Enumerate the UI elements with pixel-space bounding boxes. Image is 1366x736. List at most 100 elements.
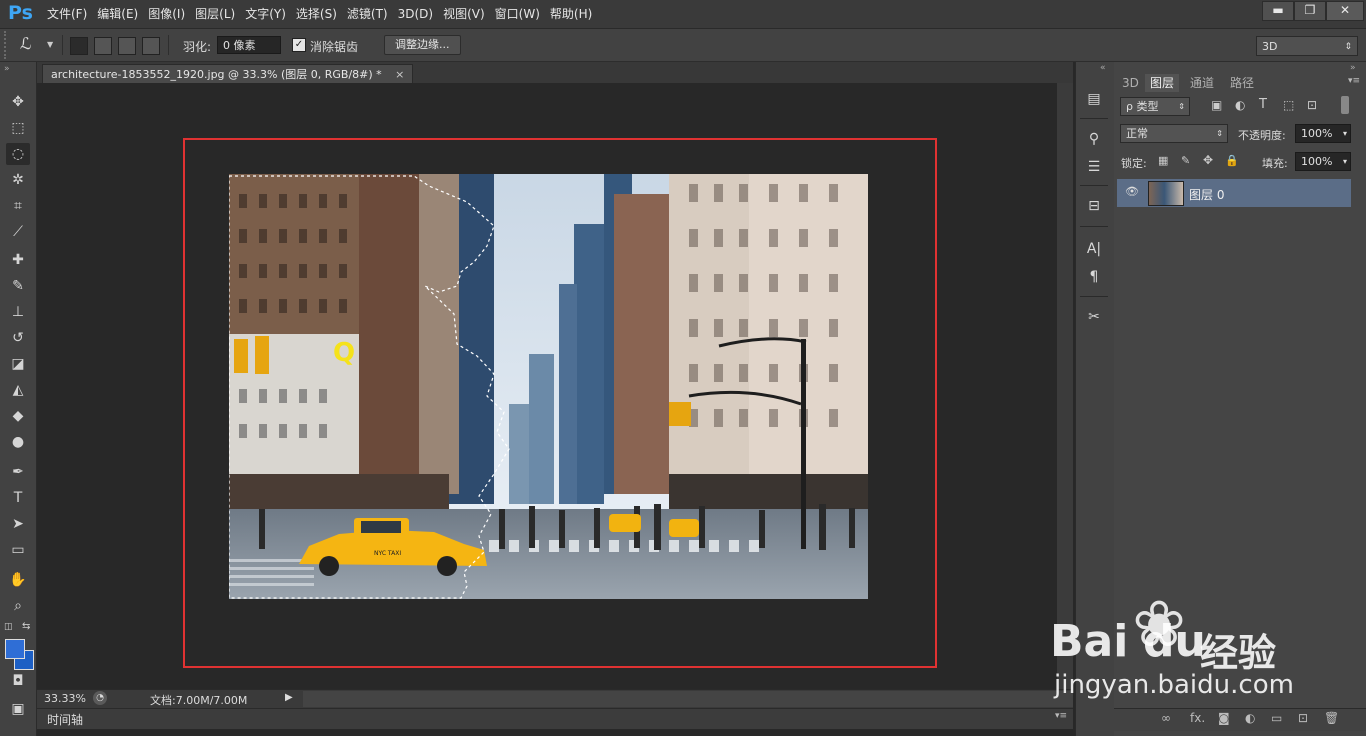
menu-window[interactable]: 窗口(W): [490, 0, 545, 28]
tab-paths[interactable]: 路径: [1225, 74, 1259, 92]
blend-mode-select[interactable]: 正常 ⇕: [1120, 124, 1228, 143]
path-selection-tool-icon[interactable]: ➤: [6, 513, 30, 535]
new-group-icon[interactable]: ▭: [1271, 711, 1282, 725]
preset-dropdown-icon[interactable]: ▼: [47, 40, 53, 49]
layer-name[interactable]: 图层 0: [1189, 186, 1224, 203]
brush-tool-icon[interactable]: ✎: [6, 275, 30, 297]
close-window-button[interactable]: ✕: [1326, 1, 1364, 21]
default-colors-icon[interactable]: ◫: [4, 622, 13, 632]
fill-input[interactable]: 100% ▾: [1295, 152, 1351, 171]
swap-colors-icon[interactable]: ⇆: [22, 621, 30, 632]
new-selection-icon[interactable]: [70, 37, 88, 55]
timeline-menu-icon[interactable]: ▾≡: [1055, 711, 1067, 721]
type-filter-icon[interactable]: T: [1259, 97, 1267, 112]
menu-file[interactable]: 文件(F): [42, 0, 92, 28]
collapse-strip-icon[interactable]: «: [1100, 63, 1106, 73]
magic-wand-tool-icon[interactable]: ✲: [6, 169, 30, 191]
zoom-tool-icon[interactable]: ⌕: [6, 595, 30, 617]
hand-tool-icon[interactable]: ✋: [6, 569, 30, 591]
minimize-button[interactable]: ▬: [1262, 1, 1294, 21]
antialias-checkbox[interactable]: ✓: [292, 38, 306, 52]
paint-bucket-tool-icon[interactable]: ◭: [6, 379, 30, 401]
character-panel-icon[interactable]: A|: [1084, 239, 1104, 259]
menu-layer[interactable]: 图层(L): [190, 0, 240, 28]
move-tool-icon[interactable]: ✥: [6, 91, 30, 113]
menu-edit[interactable]: 编辑(E): [92, 0, 143, 28]
menu-image[interactable]: 图像(I): [143, 0, 190, 28]
menu-help[interactable]: 帮助(H): [545, 0, 597, 28]
panel-menu-icon[interactable]: ▾≡: [1348, 76, 1360, 86]
menu-select[interactable]: 选择(S): [291, 0, 342, 28]
pen-tool-icon[interactable]: ✒: [6, 461, 30, 483]
workspace-select[interactable]: 3D ⇕: [1256, 36, 1358, 56]
status-bar: 33.33% ◔ 文档:7.00M/7.00M ▶: [37, 689, 1073, 709]
type-tool-icon[interactable]: T: [6, 487, 30, 509]
layer-style-icon[interactable]: fx.: [1190, 711, 1205, 725]
blur-tool-icon[interactable]: ◆: [6, 405, 30, 427]
dodge-tool-icon[interactable]: ●: [6, 431, 30, 453]
clone-source-icon[interactable]: ⊟: [1084, 196, 1104, 216]
add-to-selection-icon[interactable]: [94, 37, 112, 55]
lock-transparency-icon[interactable]: ▦: [1158, 154, 1168, 167]
link-layers-icon[interactable]: ∞: [1161, 711, 1171, 725]
layer-row[interactable]: 👁 图层 0: [1117, 179, 1351, 207]
lasso-tool-icon[interactable]: ◌: [6, 143, 30, 165]
shape-filter-icon[interactable]: ⬚: [1283, 98, 1294, 112]
zoom-level[interactable]: 33.33%: [44, 692, 86, 705]
visibility-eye-icon[interactable]: 👁: [1125, 185, 1139, 198]
foreground-color-swatch[interactable]: [5, 639, 25, 659]
smart-object-filter-icon[interactable]: ⊡: [1307, 98, 1317, 112]
paragraph-panel-icon[interactable]: ¶: [1084, 267, 1104, 287]
menu-filter[interactable]: 滤镜(T): [342, 0, 393, 28]
marquee-tool-icon[interactable]: ⬚: [6, 117, 30, 139]
opacity-input[interactable]: 100% ▾: [1295, 124, 1351, 143]
healing-brush-tool-icon[interactable]: ✚: [6, 249, 30, 271]
menu-view[interactable]: 视图(V): [438, 0, 490, 28]
quick-mask-icon[interactable]: ◘: [6, 670, 30, 692]
document-tab[interactable]: architecture-1853552_1920.jpg @ 33.3% (图…: [42, 64, 414, 84]
horizontal-scrollbar[interactable]: [303, 691, 1073, 707]
tab-channels[interactable]: 通道: [1185, 74, 1219, 92]
new-layer-icon[interactable]: ⊡: [1298, 711, 1308, 725]
menu-type[interactable]: 文字(Y): [240, 0, 291, 28]
adjustment-layer-icon[interactable]: ◐: [1245, 711, 1255, 725]
history-brush-tool-icon[interactable]: ↺: [6, 327, 30, 349]
refine-edge-button[interactable]: 调整边缘...: [384, 35, 461, 55]
layer-thumbnail[interactable]: [1148, 181, 1184, 206]
tab-3d[interactable]: 3D: [1117, 74, 1144, 92]
restore-button[interactable]: ❐: [1294, 1, 1326, 21]
screen-mode-icon[interactable]: ▣: [6, 698, 30, 720]
add-mask-icon[interactable]: ◙: [1218, 711, 1230, 725]
clone-stamp-tool-icon[interactable]: ⊥: [6, 301, 30, 323]
feather-input[interactable]: 0 像素: [217, 36, 281, 54]
crop-tool-icon[interactable]: ⌗: [6, 195, 30, 217]
close-tab-icon[interactable]: ×: [395, 68, 404, 81]
shape-tool-icon[interactable]: ▭: [6, 539, 30, 561]
tool-presets-icon[interactable]: ✂: [1084, 307, 1104, 327]
filter-toggle[interactable]: [1341, 96, 1349, 114]
history-panel-icon[interactable]: ▤: [1084, 89, 1104, 109]
lock-all-icon[interactable]: 🔒: [1225, 154, 1239, 167]
lock-position-icon[interactable]: ✥: [1203, 153, 1213, 167]
eyedropper-tool-icon[interactable]: ⟋: [6, 221, 30, 243]
menu-3d[interactable]: 3D(D): [393, 0, 438, 28]
layer-filter-select[interactable]: ρ 类型 ⇕: [1120, 97, 1190, 116]
brush-panel-icon[interactable]: ☰: [1084, 157, 1104, 177]
adjustment-filter-icon[interactable]: ◐: [1235, 98, 1245, 112]
vertical-scrollbar[interactable]: [1057, 83, 1073, 689]
brush-presets-icon[interactable]: ⚲: [1084, 129, 1104, 149]
status-info-icon[interactable]: ◔: [93, 691, 107, 705]
lasso-tool-preset-icon[interactable]: ℒ: [20, 34, 32, 53]
lock-pixels-icon[interactable]: ✎: [1181, 154, 1190, 167]
collapse-tools-icon[interactable]: »: [4, 64, 10, 74]
timeline-tab[interactable]: 时间轴: [47, 711, 83, 728]
eraser-tool-icon[interactable]: ◪: [6, 353, 30, 375]
intersect-selection-icon[interactable]: [142, 37, 160, 55]
status-menu-arrow-icon[interactable]: ▶: [285, 692, 293, 703]
tab-layers[interactable]: 图层: [1145, 74, 1180, 92]
delete-layer-icon[interactable]: 🗑: [1324, 711, 1339, 725]
subtract-from-selection-icon[interactable]: [118, 37, 136, 55]
pixel-filter-icon[interactable]: ▣: [1211, 98, 1222, 112]
expand-panel-icon[interactable]: »: [1350, 63, 1356, 73]
separator: [1080, 185, 1108, 186]
